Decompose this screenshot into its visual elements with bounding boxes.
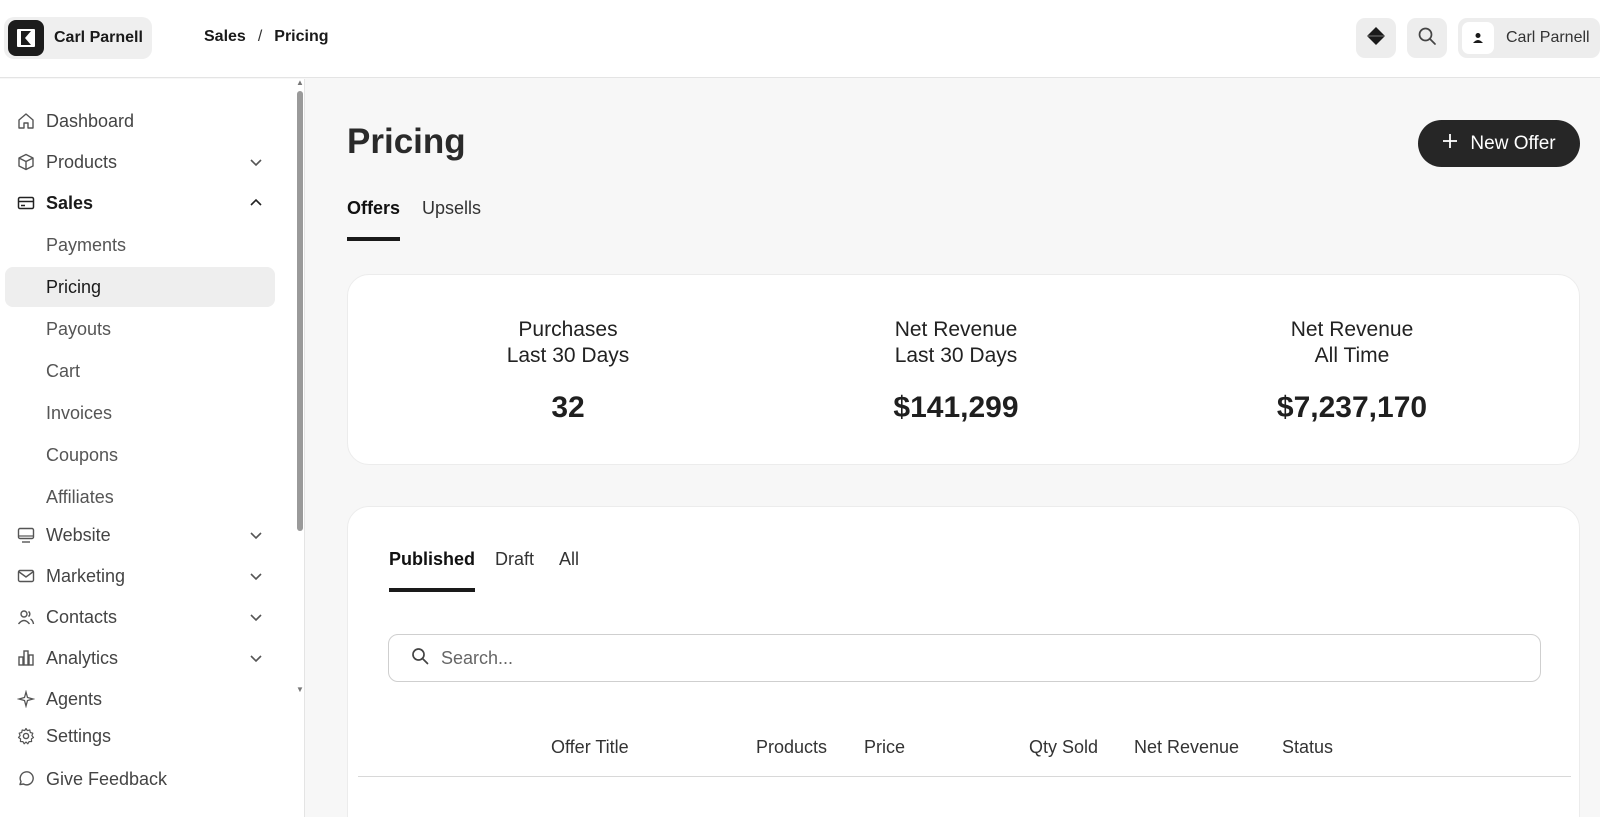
user-avatar-icon: [1462, 22, 1494, 54]
sidebar-item-products[interactable]: Products: [5, 142, 275, 182]
sidebar-item-label: Give Feedback: [46, 768, 168, 789]
sidebar-item-contacts[interactable]: Contacts: [5, 597, 275, 637]
diamond-button[interactable]: [1356, 18, 1396, 58]
chevron-down-icon[interactable]: [247, 526, 265, 544]
column-header-net-revenue[interactable]: Net Revenue: [1134, 737, 1239, 758]
tab-published[interactable]: Published: [389, 549, 476, 592]
chevron-down-icon[interactable]: [247, 608, 265, 626]
sidebar-item-marketing[interactable]: Marketing: [5, 556, 275, 596]
sidebar-item-give-feedback[interactable]: Give Feedback: [5, 759, 275, 799]
bar-chart-icon: [16, 648, 36, 668]
column-header-qty-sold[interactable]: Qty Sold: [1029, 737, 1098, 758]
scroll-up-icon[interactable]: ▲: [296, 79, 304, 87]
tab-draft[interactable]: Draft: [495, 549, 534, 588]
stat-value: 32: [551, 391, 585, 424]
new-offer-label: New Offer: [1470, 132, 1556, 154]
stat-label: Last 30 Days: [506, 344, 630, 367]
account-switcher[interactable]: Carl Parnell: [4, 17, 152, 59]
sidebar-item-label: Sales: [46, 192, 94, 213]
search-icon: [1417, 26, 1437, 51]
top-bar: Carl Parnell Sales / Pricing Carl Parnel…: [0, 0, 1600, 78]
sidebar-item-label: Contacts: [46, 606, 118, 627]
search-box[interactable]: [388, 634, 1541, 682]
scroll-down-icon[interactable]: ▼: [296, 686, 304, 694]
chevron-down-icon[interactable]: [247, 567, 265, 585]
sidebar-item-label: Agents: [46, 688, 103, 709]
sidebar-subitem-payments[interactable]: Payments: [5, 225, 275, 265]
diamond-icon: [1365, 25, 1387, 52]
stat-purchases: Purchases Last 30 Days 32: [438, 317, 698, 425]
breadcrumb-pricing: Pricing: [274, 28, 329, 45]
sidebar-item-label: Dashboard: [46, 110, 135, 131]
stats-card: Purchases Last 30 Days 32 Net Revenue La…: [347, 274, 1580, 465]
monitor-icon: [16, 525, 36, 545]
stat-label: All Time: [1314, 344, 1390, 367]
stat-value: $141,299: [893, 391, 1019, 424]
sidebar-subitem-pricing[interactable]: Pricing: [5, 267, 275, 307]
user-menu-button[interactable]: Carl Parnell: [1458, 18, 1600, 58]
stat-label: Purchases: [518, 318, 618, 341]
sidebar-subitem-affiliates[interactable]: Affiliates: [5, 477, 275, 517]
chevron-up-icon[interactable]: [247, 194, 265, 212]
column-header-status[interactable]: Status: [1282, 737, 1333, 758]
breadcrumb: Sales / Pricing: [204, 28, 329, 46]
sidebar-item-label: Analytics: [46, 647, 119, 668]
sidebar-item-sales[interactable]: Sales: [5, 183, 275, 223]
sidebar-subitem-payouts[interactable]: Payouts: [5, 309, 275, 349]
column-header-products[interactable]: Products: [756, 737, 827, 758]
sidebar-item-label: Marketing: [46, 565, 126, 586]
sidebar-item-analytics[interactable]: Analytics: [5, 638, 275, 678]
sidebar-item-website[interactable]: Website: [5, 515, 275, 555]
plus-icon: [1442, 133, 1458, 155]
sidebar-subitem-invoices[interactable]: Invoices: [5, 393, 275, 433]
brand-logo-icon: [8, 20, 44, 56]
scroll-thumb[interactable]: [297, 91, 303, 531]
search-button[interactable]: [1407, 18, 1447, 58]
chevron-down-icon[interactable]: [247, 153, 265, 171]
breadcrumb-sales[interactable]: Sales: [204, 28, 246, 46]
tab-all[interactable]: All: [559, 549, 579, 588]
stat-label: Net Revenue: [1290, 318, 1414, 341]
tab-offers[interactable]: Offers: [347, 198, 401, 241]
breadcrumb-separator: /: [257, 28, 263, 45]
stat-net-revenue-all-time: Net Revenue All Time $7,237,170: [1222, 317, 1482, 425]
sidebar-item-label: Products: [46, 151, 118, 172]
sidebar-item-agents[interactable]: Agents: [5, 679, 275, 711]
gear-icon: [16, 726, 36, 746]
sidebar-scrollbar[interactable]: ▲ ▼: [295, 79, 305, 711]
user-name: Carl Parnell: [1506, 29, 1590, 46]
page-title: Pricing: [347, 122, 466, 161]
sidebar-item-dashboard[interactable]: Dashboard: [5, 101, 275, 141]
chat-icon: [16, 769, 36, 789]
offers-card: Published Draft All Offer Title Products…: [347, 506, 1580, 817]
users-icon: [16, 607, 36, 627]
stat-net-revenue-30d: Net Revenue Last 30 Days $141,299: [826, 317, 1086, 425]
box-icon: [16, 152, 36, 172]
credit-card-icon: [16, 193, 36, 213]
new-offer-button[interactable]: New Offer: [1418, 120, 1580, 167]
home-icon: [16, 111, 36, 131]
stat-label: Last 30 Days: [894, 344, 1018, 367]
sidebar-item-label: Website: [46, 524, 111, 545]
offers-table-header: Offer Title Products Price Qty Sold Net …: [358, 731, 1571, 777]
search-icon: [411, 647, 429, 670]
column-header-price[interactable]: Price: [864, 737, 905, 758]
mail-icon: [16, 566, 36, 586]
sidebar-subitem-coupons[interactable]: Coupons: [5, 435, 275, 475]
sidebar-subitem-cart[interactable]: Cart: [5, 351, 275, 391]
column-header-offer-title[interactable]: Offer Title: [551, 737, 629, 758]
sidebar-nav: Dashboard Products Sales Payments Pricin…: [0, 79, 296, 711]
sparkle-icon: [16, 689, 36, 709]
sidebar: Dashboard Products Sales Payments Pricin…: [0, 79, 305, 817]
sidebar-item-label: Settings: [46, 725, 112, 746]
search-input[interactable]: [441, 647, 1521, 669]
tab-upsells[interactable]: Upsells: [422, 198, 481, 237]
stat-label: Net Revenue: [894, 318, 1018, 341]
account-name: Carl Parnell: [54, 29, 143, 46]
stat-value: $7,237,170: [1276, 391, 1428, 424]
sidebar-item-settings[interactable]: Settings: [5, 716, 275, 756]
chevron-down-icon[interactable]: [247, 649, 265, 667]
